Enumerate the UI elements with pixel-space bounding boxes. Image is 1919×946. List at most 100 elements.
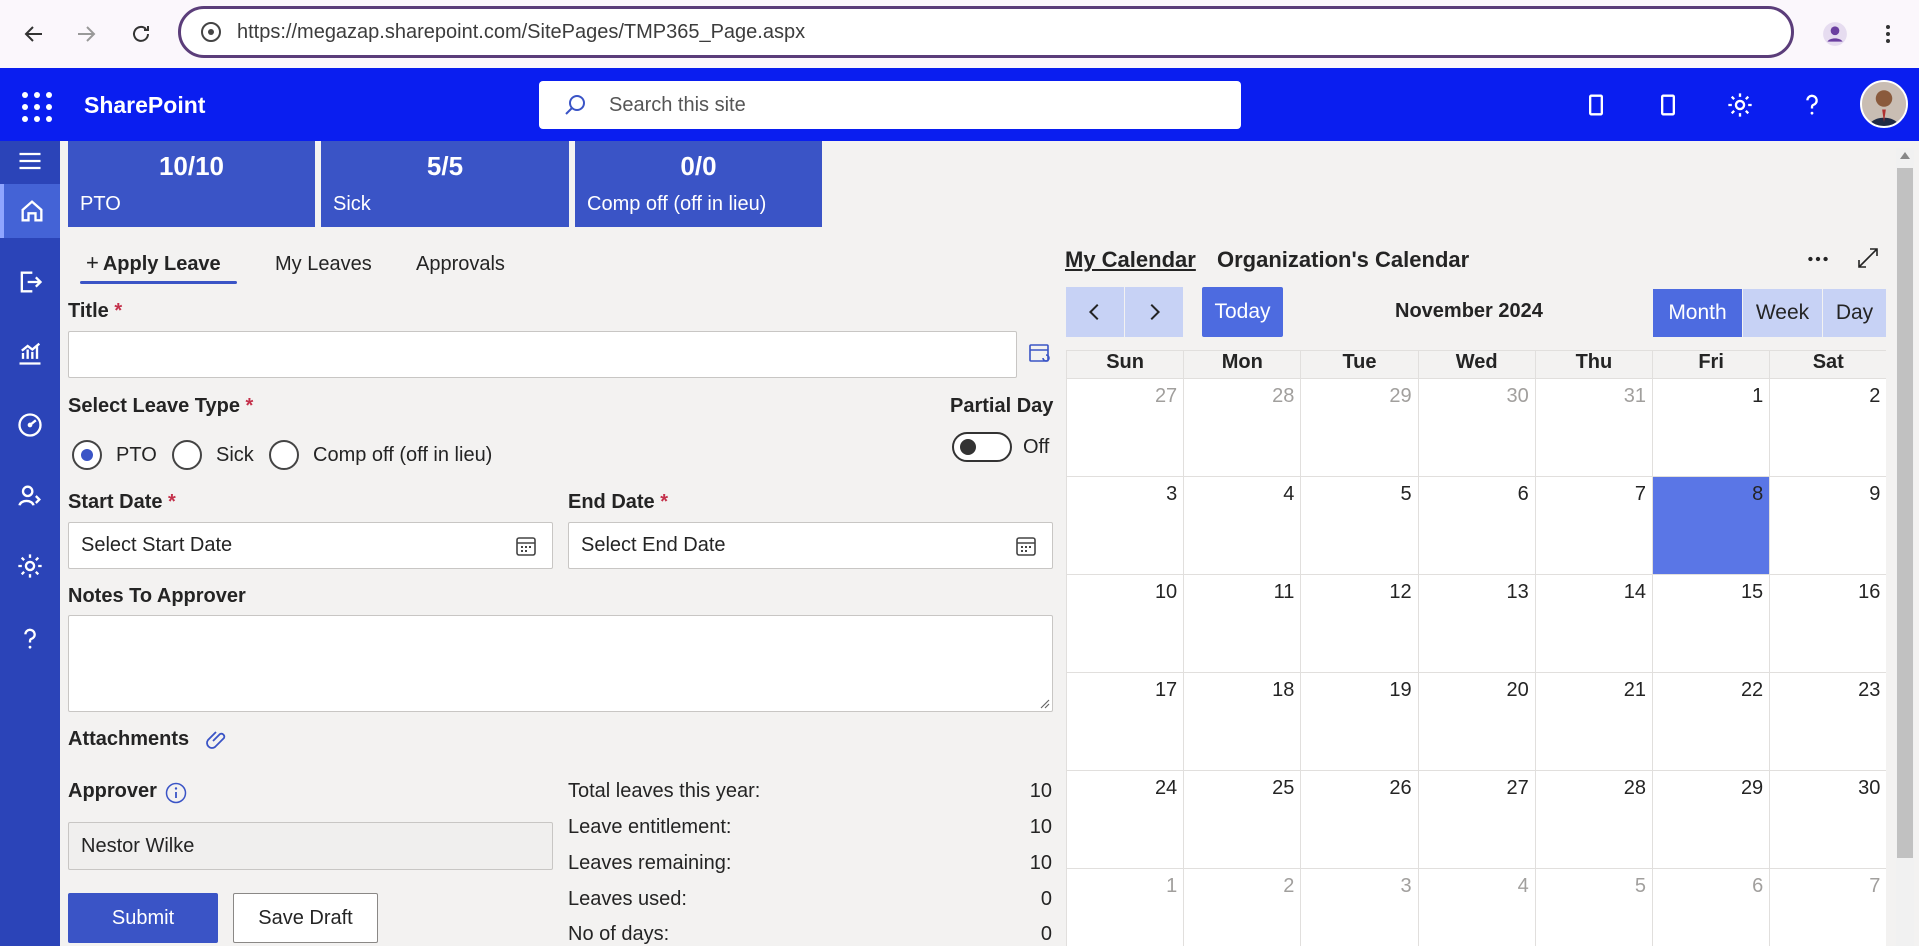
calendar-day-cell[interactable]: 29	[1300, 378, 1418, 476]
tab-approvals[interactable]: Approvals	[416, 253, 505, 276]
view-week-button[interactable]: Week	[1743, 289, 1822, 337]
gear-icon[interactable]	[0, 539, 60, 593]
end-date-field[interactable]: Select End Date	[568, 522, 1053, 569]
calendar-day-cell[interactable]: 30	[1417, 378, 1535, 476]
radio-circle[interactable]	[269, 440, 299, 470]
calendar-day-cell[interactable]: 4	[1417, 868, 1535, 946]
calendar-day-cell[interactable]: 27	[1066, 378, 1184, 476]
previous-month-button[interactable]	[1066, 287, 1124, 337]
calendar-day-cell[interactable]: 18	[1183, 672, 1301, 770]
calendar-day-cell[interactable]: 17	[1066, 672, 1184, 770]
calendar-day-cell[interactable]: 11	[1183, 574, 1301, 672]
browser-menu-icon[interactable]	[1870, 14, 1906, 54]
reports-icon[interactable]	[0, 326, 60, 380]
calendar-day-cell-today[interactable]: 8	[1652, 476, 1770, 574]
reload-icon[interactable]	[121, 14, 161, 54]
calendar-day-cell[interactable]: 21	[1534, 672, 1652, 770]
device-icon[interactable]	[1577, 86, 1615, 124]
sign-out-icon[interactable]	[0, 255, 60, 309]
scroll-up-arrow[interactable]	[1900, 152, 1910, 159]
address-bar[interactable]: https://megazap.sharepoint.com/SitePages…	[178, 6, 1794, 58]
view-month-button[interactable]: Month	[1653, 289, 1742, 337]
calendar-day-cell[interactable]: 1	[1066, 868, 1184, 946]
page-scrollbar[interactable]	[1896, 148, 1914, 946]
home-icon[interactable]	[0, 184, 60, 238]
calendar-day-cell[interactable]: 2	[1769, 378, 1887, 476]
calendar-day-cell[interactable]: 7	[1769, 868, 1887, 946]
calendar-sync-icon[interactable]	[1028, 341, 1052, 365]
radio-pto[interactable]: PTO	[72, 440, 157, 470]
more-options-icon[interactable]	[1805, 246, 1831, 272]
calendar-icon[interactable]	[514, 534, 538, 558]
user-settings-icon[interactable]	[0, 469, 60, 523]
calendar-day-cell[interactable]: 22	[1652, 672, 1770, 770]
today-button[interactable]: Today	[1202, 287, 1283, 337]
radio-sick[interactable]: Sick	[172, 440, 254, 470]
radio-circle[interactable]	[72, 440, 102, 470]
calendar-day-cell[interactable]: 14	[1534, 574, 1652, 672]
calendar-day-cell[interactable]: 30	[1769, 770, 1887, 868]
calendar-day-cell[interactable]: 24	[1066, 770, 1184, 868]
calendar-day-cell[interactable]: 13	[1417, 574, 1535, 672]
next-month-button[interactable]	[1125, 287, 1183, 337]
help-icon[interactable]	[1793, 86, 1831, 124]
calendar-day-cell[interactable]: 23	[1769, 672, 1887, 770]
forward-icon[interactable]	[66, 14, 106, 54]
search-input[interactable]: Search this site	[539, 81, 1241, 129]
calendar-day-cell[interactable]: 20	[1417, 672, 1535, 770]
calendar-day-cell[interactable]: 9	[1769, 476, 1887, 574]
app-launcher-icon[interactable]	[18, 88, 52, 122]
settings-icon[interactable]	[1721, 86, 1759, 124]
calendar-day-cell[interactable]: 1	[1652, 378, 1770, 476]
phone-icon[interactable]	[1649, 86, 1687, 124]
info-icon[interactable]	[165, 782, 187, 804]
calendar-day-cell[interactable]: 3	[1066, 476, 1184, 574]
brand-title[interactable]: SharePoint	[84, 92, 205, 119]
save-draft-button[interactable]: Save Draft	[233, 893, 378, 943]
profile-icon[interactable]	[1815, 14, 1855, 54]
site-info-icon[interactable]	[199, 20, 223, 44]
calendar-day-cell[interactable]: 15	[1652, 574, 1770, 672]
calendar-day-cell[interactable]: 6	[1652, 868, 1770, 946]
question-icon[interactable]	[0, 612, 60, 666]
calendar-day-cell[interactable]: 12	[1300, 574, 1418, 672]
tab-my-leaves[interactable]: My Leaves	[275, 253, 372, 276]
start-date-field[interactable]: Select Start Date	[68, 522, 553, 569]
calendar-day-cell[interactable]: 28	[1534, 770, 1652, 868]
calendar-day-cell[interactable]: 19	[1300, 672, 1418, 770]
calendar-day-cell[interactable]: 7	[1534, 476, 1652, 574]
radio-comp-off[interactable]: Comp off (off in lieu)	[269, 440, 492, 470]
url-text[interactable]: https://megazap.sharepoint.com/SitePages…	[237, 21, 805, 44]
calendar-day-cell[interactable]: 16	[1769, 574, 1887, 672]
calendar-day-cell[interactable]: 29	[1652, 770, 1770, 868]
calendar-day-cell[interactable]: 5	[1534, 868, 1652, 946]
notes-textarea[interactable]	[68, 615, 1053, 712]
calendar-day-cell[interactable]: 25	[1183, 770, 1301, 868]
dashboard-icon[interactable]	[0, 398, 60, 452]
calendar-day-cell[interactable]: 27	[1417, 770, 1535, 868]
resize-handle-icon[interactable]	[1038, 697, 1050, 709]
menu-icon[interactable]	[0, 141, 60, 181]
tab-my-calendar[interactable]: My Calendar	[1065, 247, 1196, 273]
partial-day-toggle[interactable]	[952, 432, 1012, 462]
calendar-day-cell[interactable]: 6	[1417, 476, 1535, 574]
paperclip-icon[interactable]	[205, 727, 229, 751]
expand-icon[interactable]	[1856, 246, 1880, 270]
tab-apply-leave[interactable]: + Apply Leave	[86, 250, 221, 276]
calendar-day-cell[interactable]: 26	[1300, 770, 1418, 868]
calendar-day-cell[interactable]: 10	[1066, 574, 1184, 672]
radio-circle[interactable]	[172, 440, 202, 470]
calendar-day-cell[interactable]: 3	[1300, 868, 1418, 946]
tab-organization-calendar[interactable]: Organization's Calendar	[1217, 247, 1469, 273]
user-avatar[interactable]	[1860, 80, 1908, 128]
scrollbar-thumb[interactable]	[1897, 168, 1913, 858]
calendar-day-cell[interactable]: 4	[1183, 476, 1301, 574]
calendar-icon[interactable]	[1014, 534, 1038, 558]
calendar-day-cell[interactable]: 28	[1183, 378, 1301, 476]
calendar-day-cell[interactable]: 2	[1183, 868, 1301, 946]
calendar-day-cell[interactable]: 5	[1300, 476, 1418, 574]
title-input[interactable]	[68, 331, 1017, 378]
calendar-day-cell[interactable]: 31	[1534, 378, 1652, 476]
back-icon[interactable]	[14, 14, 54, 54]
submit-button[interactable]: Submit	[68, 893, 218, 943]
